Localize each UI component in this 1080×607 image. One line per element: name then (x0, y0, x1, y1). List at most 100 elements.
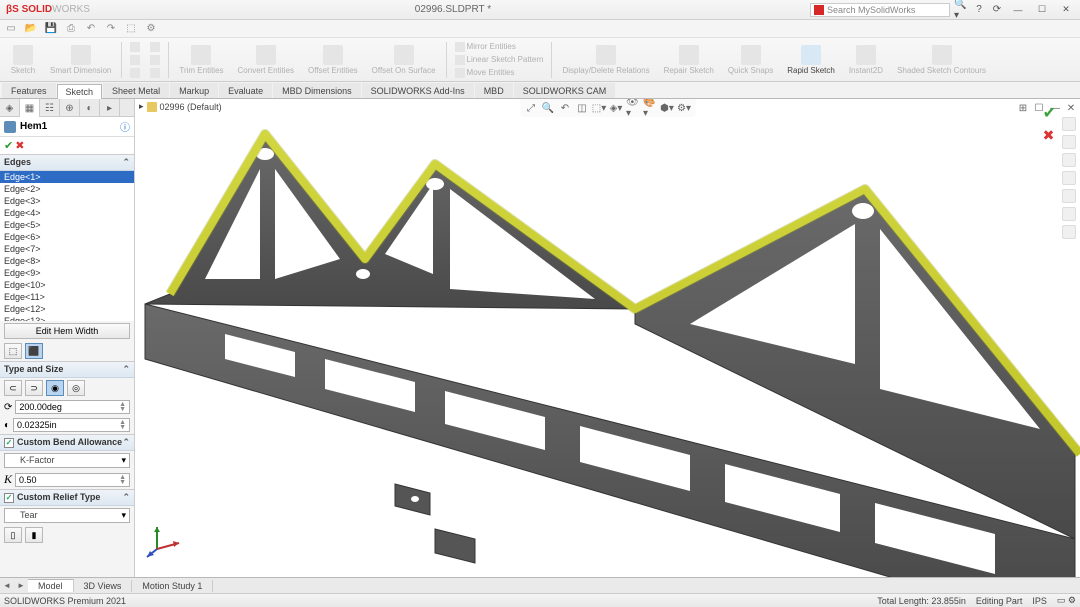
point-tool[interactable] (146, 67, 164, 79)
bend-allowance-type-select[interactable]: K-Factor▾ (4, 453, 130, 468)
edges-section-header[interactable]: Edges⌃ (0, 155, 134, 171)
material-inside-button[interactable]: ⬚ (4, 343, 22, 359)
sketch-button[interactable]: Sketch (4, 40, 42, 80)
edge-item[interactable]: Edge<3> (0, 195, 134, 207)
tab-mbd[interactable]: MBD (475, 83, 513, 98)
edge-item[interactable]: Edge<6> (0, 231, 134, 243)
tab-scroll-left[interactable]: ◄ (0, 581, 14, 590)
open-icon[interactable]: 📂 (24, 22, 38, 36)
offset-surface-button[interactable]: Offset On Surface (366, 40, 442, 80)
smart-dimension-button[interactable]: Smart Dimension (44, 40, 117, 80)
rapid-sketch-button[interactable]: Rapid Sketch (781, 40, 841, 80)
edge-item[interactable]: Edge<12> (0, 303, 134, 315)
print-icon[interactable]: ⎙ (64, 22, 78, 36)
redo-icon[interactable]: ↷ (104, 22, 118, 36)
edge-item[interactable]: Edge<7> (0, 243, 134, 255)
repair-sketch-button[interactable]: Repair Sketch (658, 40, 720, 80)
trim-entities-button[interactable]: Trim Entities (173, 40, 229, 80)
maximize-button[interactable]: ☐ (1032, 3, 1052, 17)
instant2d-button[interactable]: Instant2D (843, 40, 889, 80)
edge-item[interactable]: Edge<2> (0, 183, 134, 195)
tab-motion-study[interactable]: Motion Study 1 (132, 580, 213, 592)
restore-session-icon[interactable]: ⟳ (990, 3, 1004, 17)
hem-type-teardrop[interactable]: ◉ (46, 380, 64, 396)
orientation-triad[interactable] (145, 519, 185, 559)
hem-type-closed[interactable]: ⊂ (4, 380, 22, 396)
pm-tab-dimxpert[interactable]: ⊕ (60, 99, 80, 117)
pm-tab-more[interactable]: ▸ (100, 99, 120, 117)
help-icon[interactable]: ? (972, 3, 986, 17)
circle-tool[interactable] (126, 67, 144, 79)
quick-snaps-button[interactable]: Quick Snaps (722, 40, 779, 80)
linear-pattern[interactable]: Linear Sketch Pattern (451, 54, 548, 66)
pm-tab-display[interactable]: ◐ (80, 99, 100, 117)
tab-scroll-right[interactable]: ► (14, 581, 28, 590)
display-relations-button[interactable]: Display/Delete Relations (556, 40, 655, 80)
relief-rip-button[interactable]: ▯ (4, 527, 22, 543)
tab-markup[interactable]: Markup (170, 83, 218, 98)
tab-evaluate[interactable]: Evaluate (219, 83, 272, 98)
custom-bend-header[interactable]: ✓Custom Bend Allowance⌃ (0, 435, 134, 451)
info-icon[interactable]: ⓘ (120, 119, 130, 134)
minimize-button[interactable]: — (1008, 3, 1028, 17)
model-rendering (135, 99, 1080, 577)
tab-cam[interactable]: SOLIDWORKS CAM (514, 83, 616, 98)
tab-addins[interactable]: SOLIDWORKS Add-Ins (362, 83, 474, 98)
edit-hem-width-button[interactable]: Edit Hem Width (4, 323, 130, 339)
edge-item[interactable]: Edge<8> (0, 255, 134, 267)
tab-features[interactable]: Features (2, 83, 56, 98)
search-box[interactable]: Search MySolidWorks (810, 3, 950, 17)
status-flags[interactable]: ▭ ⚙ (1057, 595, 1076, 606)
convert-entities-button[interactable]: Convert Entities (232, 40, 300, 80)
mirror-entities[interactable]: Mirror Entities (451, 41, 548, 53)
property-manager-panel: ◈ ▦ ☷ ⊕ ◐ ▸ Hem1 ⓘ ✔ ✖ Edges⌃ Edge<1> Ed… (0, 99, 135, 577)
options-icon[interactable]: ⚙ (144, 22, 158, 36)
move-entities[interactable]: Move Entities (451, 67, 548, 79)
line-tool[interactable] (126, 41, 144, 53)
hem-type-rolled[interactable]: ◎ (67, 380, 85, 396)
edge-item[interactable]: Edge<4> (0, 207, 134, 219)
pm-tab-feature-tree[interactable]: ◈ (0, 99, 20, 117)
pm-tab-property-manager[interactable]: ▦ (20, 99, 40, 117)
k-factor-icon: K (4, 472, 12, 487)
tab-sketch[interactable]: Sketch (57, 84, 103, 99)
select-icon[interactable]: ⬚ (124, 22, 138, 36)
k-factor-input[interactable]: 0.50▲▼ (15, 473, 130, 487)
search-placeholder: Search MySolidWorks (827, 5, 915, 15)
modelling-icon (814, 5, 824, 15)
edges-list[interactable]: Edge<1> Edge<2> Edge<3> Edge<4> Edge<5> … (0, 171, 134, 321)
relief-type-select[interactable]: Tear▾ (4, 508, 130, 523)
arc-tool[interactable] (146, 41, 164, 53)
pm-tab-config[interactable]: ☷ (40, 99, 60, 117)
edge-item[interactable]: Edge<1> (0, 171, 134, 183)
type-size-header[interactable]: Type and Size⌃ (0, 362, 134, 378)
edge-item[interactable]: Edge<11> (0, 291, 134, 303)
hem-type-open[interactable]: ⊃ (25, 380, 43, 396)
tab-model[interactable]: Model (28, 579, 74, 592)
search-dropdown-icon[interactable]: 🔍▾ (954, 3, 968, 17)
angle-input[interactable]: 200.00deg▲▼ (15, 400, 130, 414)
custom-relief-header[interactable]: ✓Custom Relief Type⌃ (0, 490, 134, 506)
ok-button[interactable]: ✔ (4, 139, 13, 152)
units-label[interactable]: IPS (1032, 596, 1047, 606)
shaded-contours-button[interactable]: Shaded Sketch Contours (891, 40, 992, 80)
relief-extend-button[interactable]: ▮ (25, 527, 43, 543)
material-outside-button[interactable]: ⬛ (25, 343, 43, 359)
edge-item[interactable]: Edge<9> (0, 267, 134, 279)
offset-entities-button[interactable]: Offset Entities (302, 40, 364, 80)
rect-tool[interactable] (126, 54, 144, 66)
tab-3d-views[interactable]: 3D Views (74, 580, 133, 592)
edge-item[interactable]: Edge<5> (0, 219, 134, 231)
graphics-viewport[interactable]: ▸02996 (Default) ⤢ 🔍 ↶ ◫ ⬚▾ ◈▾ 👁▾ 🎨▾ ⬢▾ … (135, 99, 1080, 577)
close-button[interactable]: ✕ (1056, 3, 1076, 17)
save-icon[interactable]: 💾 (44, 22, 58, 36)
edge-item[interactable]: Edge<10> (0, 279, 134, 291)
status-bar: SOLIDWORKS Premium 2021 Total Length: 23… (0, 593, 1080, 607)
tab-mbd-dimensions[interactable]: MBD Dimensions (273, 83, 361, 98)
spline-tool[interactable] (146, 54, 164, 66)
tab-sheet-metal[interactable]: Sheet Metal (103, 83, 169, 98)
radius-input[interactable]: 0.02325in▲▼ (13, 418, 130, 432)
new-icon[interactable]: ▭ (4, 22, 18, 36)
cancel-button[interactable]: ✖ (15, 139, 24, 152)
undo-icon[interactable]: ↶ (84, 22, 98, 36)
